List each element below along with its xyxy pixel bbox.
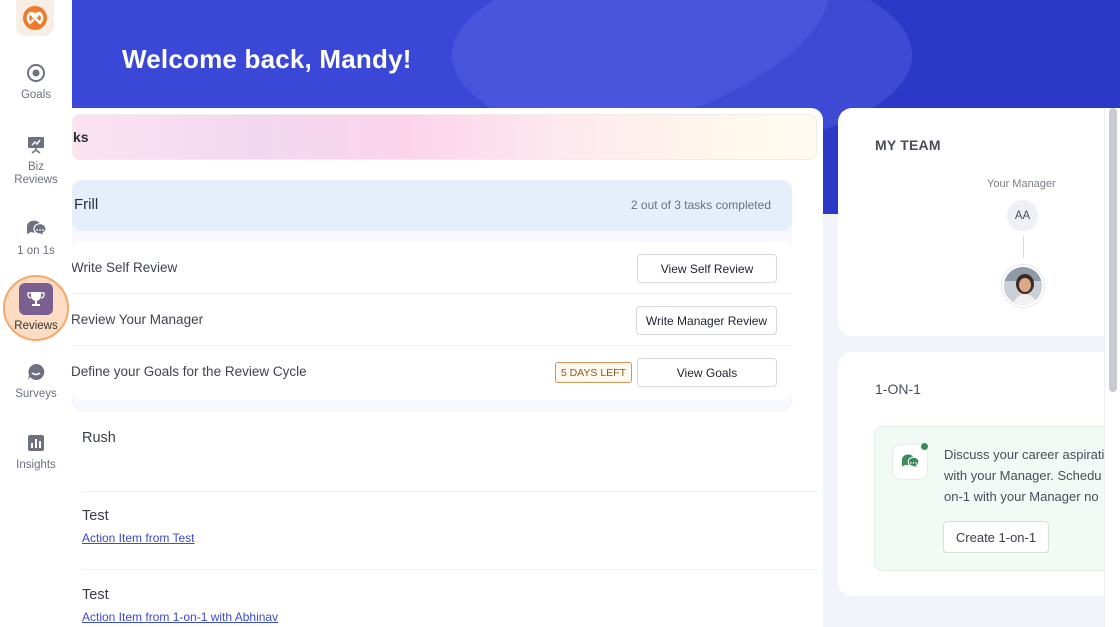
create-one-on-one-button[interactable]: Create 1-on-1 [943, 521, 1049, 553]
bar-chart-icon [25, 432, 47, 454]
one-on-one-title: 1-ON-1 [875, 381, 921, 397]
page-scrollbar[interactable] [1104, 108, 1120, 627]
welcome-heading: Welcome back, Mandy! [122, 44, 412, 74]
review-cycle-card: Frill 2 out of 3 tasks completed Write S… [72, 180, 792, 412]
sidebar-item-goals[interactable]: Goals [0, 62, 72, 102]
tasks-header-title: ks [73, 129, 89, 145]
app-logo[interactable] [16, 0, 54, 36]
sidebar-item-label: Surveys [15, 388, 57, 400]
one-on-one-description: Discuss your career aspirati with your M… [944, 447, 1105, 504]
sidebar-item-label: 1 on 1s [17, 245, 55, 257]
list-item-title: Rush [82, 430, 116, 446]
action-item-link[interactable]: Action Item from Test [82, 531, 817, 545]
list-item-title: Test [82, 587, 109, 603]
trophy-icon [19, 283, 53, 315]
list-item[interactable]: Rush [82, 430, 817, 492]
target-icon [25, 62, 47, 84]
review-cycle-header[interactable]: Frill 2 out of 3 tasks completed [72, 180, 792, 231]
task-title: Review Your Manager [72, 312, 204, 327]
manager-avatar[interactable]: AA [1007, 200, 1038, 231]
view-self-review-button[interactable]: View Self Review [637, 254, 777, 283]
my-team-title: MY TEAM [875, 137, 941, 153]
sidebar-item-insights[interactable]: Insights [0, 432, 72, 472]
sidebar: Goals Biz Reviews 1 on 1s Reviews Survey… [0, 0, 72, 627]
presentation-icon [25, 134, 47, 156]
sidebar-item-label: Biz Reviews [14, 161, 58, 186]
chat-bubbles-icon [893, 445, 927, 479]
task-row: Write Self Review View Self Review [72, 242, 792, 294]
my-team-card: MY TEAM Your Manager AA [838, 108, 1120, 336]
manager-label: Your Manager [987, 178, 1056, 190]
user-photo-avatar[interactable] [1002, 265, 1044, 307]
tasks-header-banner: ks [72, 114, 817, 160]
view-goals-button[interactable]: View Goals [637, 358, 777, 387]
sidebar-item-label: Insights [16, 459, 56, 471]
review-cycle-name: Frill [74, 196, 99, 213]
sidebar-item-biz-reviews[interactable]: Biz Reviews [0, 134, 72, 187]
list-item: Test Action Item from 1-on-1 with Abhina… [82, 587, 817, 627]
one-on-one-prompt: Discuss your career aspirati with your M… [874, 426, 1120, 571]
task-row: Define your Goals for the Review Cycle 5… [72, 346, 792, 398]
sidebar-item-1-on-1s[interactable]: 1 on 1s [0, 218, 72, 258]
sidebar-item-label: Reviews [14, 320, 58, 332]
sidebar-item-surveys[interactable]: Surveys [0, 361, 72, 401]
list-item-title: Test [82, 508, 109, 524]
action-item-link[interactable]: Action Item from 1-on-1 with Abhinav [82, 610, 817, 624]
survey-bubble-icon [25, 361, 47, 383]
deadline-badge: 5 DAYS LEFT [554, 362, 632, 383]
task-row: Review Your Manager Write Manager Review [72, 294, 792, 346]
task-list: Write Self Review View Self Review Revie… [72, 242, 792, 400]
list-item: Test Action Item from Test [82, 508, 817, 570]
chat-bubbles-icon [25, 218, 47, 240]
task-progress-text: 2 out of 3 tasks completed [630, 198, 771, 212]
tasks-panel: ks Frill 2 out of 3 tasks completed Writ… [72, 108, 823, 627]
sidebar-item-label: Goals [20, 89, 52, 101]
pretzel-logo-icon [23, 6, 47, 30]
task-title: Define your Goals for the Review Cycle [72, 364, 307, 379]
sidebar-item-reviews[interactable]: Reviews [0, 275, 72, 341]
task-title: Write Self Review [72, 260, 178, 275]
org-connector [1023, 236, 1024, 258]
write-manager-review-button[interactable]: Write Manager Review [636, 306, 777, 335]
one-on-one-card: 1-ON-1 Discuss your career aspirati with… [838, 352, 1120, 596]
scrollbar-thumb[interactable] [1109, 108, 1117, 392]
notification-dot [921, 443, 928, 450]
